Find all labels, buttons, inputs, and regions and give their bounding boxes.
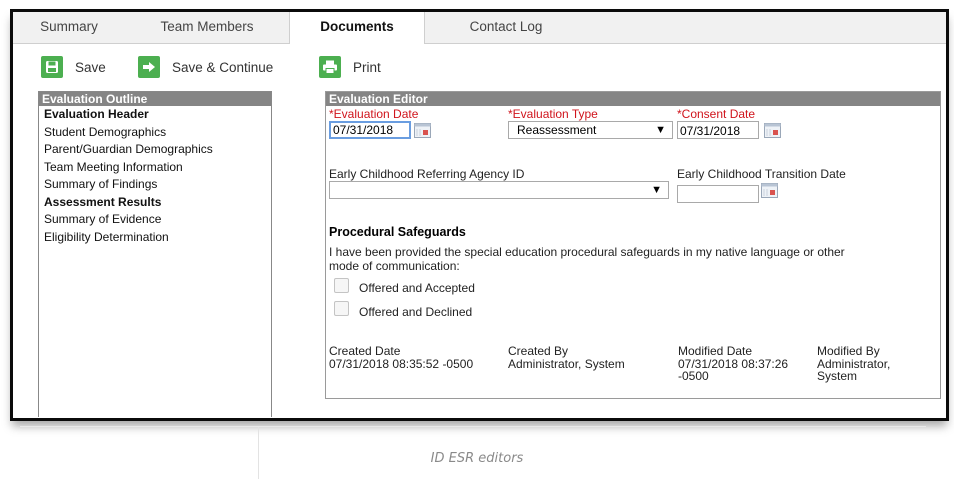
outline-item-team-meeting-information[interactable]: Team Meeting Information	[39, 159, 271, 177]
modified-date-block: Modified Date 07/31/2018 08:37:26 -0500	[678, 345, 788, 383]
offered-declined-label: Offered and Declined	[359, 305, 473, 319]
modified-by-label: Modified By	[817, 344, 880, 358]
calendar-icon[interactable]	[414, 123, 431, 138]
created-by-label: Created By	[508, 344, 569, 358]
created-by-value: Administrator, System	[508, 356, 625, 371]
referring-agency-select[interactable]: ▼	[329, 181, 669, 199]
outline-item-parent-guardian-demographics[interactable]: Parent/Guardian Demographics	[39, 141, 271, 159]
print-button[interactable]: Print	[319, 54, 381, 80]
consent-date-input[interactable]: 07/31/2018	[677, 121, 759, 139]
evaluation-type-select[interactable]: Reassessment ▼	[508, 121, 673, 139]
modified-by-block: Modified By Administrator, System	[817, 345, 890, 383]
referring-agency-label: Early Childhood Referring Agency ID	[329, 167, 525, 181]
editor-header: Evaluation Editor	[326, 92, 940, 106]
outline-item-evaluation-header[interactable]: Evaluation Header	[39, 106, 271, 124]
dropdown-arrow-icon: ▼	[655, 124, 666, 136]
offered-declined-checkbox[interactable]	[334, 301, 349, 316]
created-date-block: Created Date 07/31/2018 08:35:52 -0500	[329, 345, 473, 370]
print-label: Print	[353, 59, 381, 75]
safeguards-text-line-2: mode of communication:	[329, 259, 460, 273]
app-window: Summary Team Members Documents Contact L…	[10, 9, 949, 421]
offered-accepted-label: Offered and Accepted	[359, 281, 475, 295]
outline-item-assessment-results[interactable]: Assessment Results	[39, 194, 271, 212]
tab-team-members[interactable]: Team Members	[125, 12, 289, 43]
calendar-icon[interactable]	[761, 183, 778, 198]
modified-date-value-tz: -0500	[678, 369, 709, 383]
save-continue-label: Save & Continue	[172, 59, 274, 75]
modified-date-label: Modified Date	[678, 344, 753, 358]
printer-icon	[319, 56, 341, 78]
outline-header: Evaluation Outline	[39, 92, 271, 106]
save-button[interactable]: Save	[41, 54, 106, 80]
safeguards-heading: Procedural Safeguards	[329, 225, 466, 239]
dropdown-arrow-icon: ▼	[651, 184, 662, 196]
save-label: Save	[75, 59, 106, 75]
save-continue-button[interactable]: Save & Continue	[138, 54, 273, 80]
transition-date-label: Early Childhood Transition Date	[677, 167, 846, 181]
evaluation-type-label: *Evaluation Type	[508, 107, 598, 121]
tab-bar: Summary Team Members Documents Contact L…	[13, 12, 946, 44]
evaluation-date-label: *Evaluation Date	[329, 107, 419, 121]
outline-item-eligibility-determination[interactable]: Eligibility Determination	[39, 229, 271, 247]
outline-item-student-demographics[interactable]: Student Demographics	[39, 124, 271, 142]
divider	[20, 426, 926, 427]
tab-contact-log[interactable]: Contact Log	[424, 12, 588, 43]
safeguards-text-line-1: I have been provided the special educati…	[329, 245, 845, 259]
offered-accepted-checkbox[interactable]	[334, 278, 349, 293]
created-date-value: 07/31/2018 08:35:52 -0500	[329, 356, 474, 371]
arrow-right-icon	[138, 56, 160, 78]
tab-summary[interactable]: Summary	[13, 12, 125, 43]
consent-date-label: *Consent Date	[677, 107, 756, 121]
evaluation-outline-panel: Evaluation Outline Evaluation Header Stu…	[38, 91, 272, 417]
save-icon	[41, 56, 63, 78]
evaluation-date-input[interactable]: 07/31/2018	[329, 121, 411, 139]
outline-item-summary-of-findings[interactable]: Summary of Findings	[39, 176, 271, 194]
created-date-label: Created Date	[329, 344, 401, 358]
created-by-block: Created By Administrator, System	[508, 345, 625, 370]
transition-date-input[interactable]	[677, 185, 759, 203]
tab-documents[interactable]: Documents	[289, 12, 425, 44]
calendar-icon[interactable]	[764, 123, 781, 138]
evaluation-type-value: Reassessment	[517, 123, 597, 137]
image-caption: ID ESR editors	[430, 451, 524, 466]
evaluation-editor-panel: Evaluation Editor *Evaluation Date *Eval…	[325, 91, 941, 399]
modified-by-value-2: System	[817, 369, 858, 383]
outline-item-summary-of-evidence[interactable]: Summary of Evidence	[39, 211, 271, 229]
